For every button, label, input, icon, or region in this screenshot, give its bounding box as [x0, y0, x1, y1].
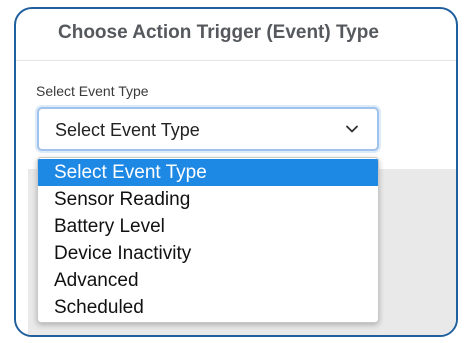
event-type-select[interactable]: Select Event Type — [37, 107, 379, 151]
event-type-option-device-inactivity[interactable]: Device Inactivity — [38, 240, 378, 267]
event-type-option-advanced[interactable]: Advanced — [38, 267, 378, 294]
dialog-header: Choose Action Trigger (Event) Type — [16, 9, 456, 61]
event-type-option-sensor-reading[interactable]: Sensor Reading — [38, 186, 378, 213]
dialog-frame: Choose Action Trigger (Event) Type Selec… — [14, 7, 458, 337]
dialog-title: Choose Action Trigger (Event) Type — [58, 22, 379, 43]
event-type-dropdown-list: Select Event Type Sensor Reading Battery… — [37, 157, 379, 323]
event-type-option-battery-level[interactable]: Battery Level — [38, 213, 378, 240]
dialog-body: Select Event Type Select Event Type Sele… — [16, 61, 456, 335]
event-type-option-scheduled[interactable]: Scheduled — [38, 294, 378, 321]
chevron-down-icon — [346, 125, 358, 133]
event-type-option-select-event-type[interactable]: Select Event Type — [38, 159, 378, 186]
event-type-selected-value: Select Event Type — [55, 120, 200, 140]
event-type-label: Select Event Type — [36, 83, 149, 99]
